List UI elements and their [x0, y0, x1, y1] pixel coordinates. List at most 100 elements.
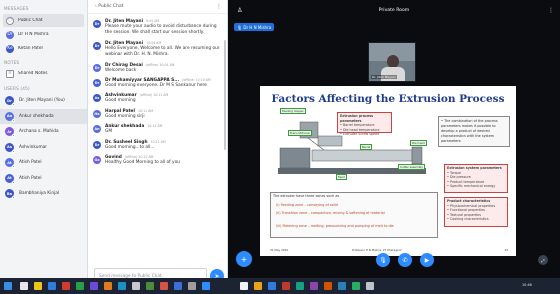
message-text: Hello Everyone, Welcome to all. We are r…: [105, 45, 220, 58]
system-parameters-box: Extrusion system parameters • Torque • D…: [444, 164, 508, 193]
chat-message: Go Govind (offline) 10:12 AM Healthy Good M…: [88, 153, 227, 168]
search-icon[interactable]: [20, 282, 28, 290]
chat-header: ‹ Public Chat ⋮: [88, 0, 227, 14]
app-icon[interactable]: [146, 282, 154, 290]
app-icon[interactable]: [188, 282, 196, 290]
microphone-button[interactable]: 🎙: [376, 253, 390, 267]
avatar-initials: As: [94, 96, 100, 101]
app-icon[interactable]: [268, 282, 276, 290]
actions-button[interactable]: +: [236, 251, 252, 267]
notes-icon: ≡: [6, 69, 14, 78]
avatar: Dr: [93, 41, 101, 50]
app-icon[interactable]: [76, 282, 84, 290]
room-title: Private Room: [378, 8, 410, 13]
slide-title: Factors Affecting the Extrusion Process: [271, 93, 505, 105]
user-list-item[interactable]: Ar Archana s. Mahida: [0, 124, 87, 140]
user-list-item[interactable]: Ba Bambhaniya Kinjal: [0, 186, 87, 202]
chat-message: Ha Harpal Patel 10:11 AM Good morning sirji: [88, 107, 227, 122]
avatar-initials: Ba: [6, 191, 13, 196]
folder-icon[interactable]: [34, 282, 42, 290]
chat-message: Dr Dr Muhamiyyar SANGAPPA S... (offline) 1…: [88, 76, 227, 91]
app-icon[interactable]: [254, 282, 262, 290]
avatar-initials: An: [94, 127, 100, 132]
webcam-label: Dr. Jiten Mayani: [371, 75, 397, 79]
app-icon[interactable]: [352, 282, 360, 290]
users-section-title: USERS (45): [4, 86, 30, 91]
message-body: Harpal Patel 10:11 AM Good morning sirji: [105, 109, 223, 120]
app-icon[interactable]: [62, 282, 70, 290]
avatar: Dr: [93, 63, 101, 72]
camera-icon: ▶: [424, 256, 430, 264]
avatar-initials: Dr: [94, 43, 100, 48]
avatar-initials: At: [7, 160, 12, 165]
user-list-item[interactable]: An Ankur shekhada: [0, 108, 87, 124]
user-list-item[interactable]: At Atish Patel: [0, 155, 87, 171]
app-icon[interactable]: [282, 282, 290, 290]
sidebar-item-private-chat[interactable]: Ke Ketan Patel: [3, 42, 84, 55]
message-time: 9:45 AM: [146, 19, 160, 23]
sidebar-item-private-chat[interactable]: Dr Dr H N Mishra: [3, 28, 84, 41]
process-combination-text: • The combination of the process paramet…: [438, 116, 510, 147]
fullscreen-icon: ⤢: [541, 257, 545, 263]
user-list: Dr Dr. Jiten Mayani (You) An Ankur shekhada…: [0, 93, 87, 202]
message-body: Dr Chirag Desai (offline) 10:04 AM Welcome…: [105, 63, 223, 74]
webcam-video[interactable]: Dr. Jiten Mayani: [368, 42, 416, 82]
scrollbar[interactable]: [224, 40, 226, 150]
avatar-initials: Dr: [94, 22, 100, 26]
status-indicator: [12, 134, 15, 138]
chat-message: As Ashvinkumar (offline) 10:11 AM Good morn…: [88, 91, 227, 106]
label-feed: Feed: [336, 174, 347, 180]
app-icon[interactable]: [104, 282, 112, 290]
message-time: 10:11 AM: [137, 108, 154, 113]
back-to-chat-button[interactable]: ‹ Public Chat: [95, 4, 124, 9]
app-icon[interactable]: [132, 282, 140, 290]
browser-icon[interactable]: [48, 282, 56, 290]
message-text: GM: [105, 129, 113, 135]
more-options-icon[interactable]: ⋮: [216, 3, 222, 10]
sidebar-item-label: Shared Notes: [18, 71, 48, 76]
app-icon[interactable]: [160, 282, 168, 290]
avatar-initials: Go: [94, 158, 100, 163]
avatar: Dr: [93, 20, 101, 28]
message-text: Healthy Good Morning to all of you: [105, 160, 180, 166]
app-icon[interactable]: [174, 282, 182, 290]
app-icon[interactable]: [366, 282, 374, 290]
avatar: Dr: [93, 140, 101, 149]
app-icon[interactable]: [202, 282, 210, 290]
app-icon[interactable]: [296, 282, 304, 290]
more-options-icon[interactable]: ⋮: [548, 7, 554, 14]
status-indicator: [12, 165, 15, 169]
message-time: 10:04 AM: [146, 40, 162, 45]
box-heading: Extrusion system parameters: [447, 166, 502, 170]
camera-button[interactable]: ▶: [420, 253, 434, 267]
clock[interactable]: 10:46: [522, 283, 532, 287]
app-icon[interactable]: [240, 282, 248, 290]
message-body: Dr Muhamiyyar SANGAPPA S... (offline) 10:…: [105, 78, 223, 89]
audio-button[interactable]: ✆: [398, 253, 412, 267]
sidebar-item-shared-notes[interactable]: ≡ Shared Notes: [3, 67, 84, 80]
slide-number: 42: [504, 248, 508, 252]
message-time: 10:11 AM: [150, 139, 166, 144]
avatar: Ke: [6, 44, 14, 53]
message-time: (offline) 10:11 AM: [139, 93, 169, 98]
die-head: [411, 146, 423, 165]
user-list-item[interactable]: As Ashvinkumar: [0, 140, 87, 156]
sidebar: MESSAGES ○ Public Chat Dr Dr H N Mishra …: [0, 0, 88, 294]
sidebar-item-public-chat[interactable]: ○ Public Chat: [3, 14, 84, 27]
user-name: Dr. Jiten Mayani (You): [19, 98, 65, 104]
app-icon[interactable]: [338, 282, 346, 290]
app-icon[interactable]: [118, 282, 126, 290]
user-name: Ashvinkumar: [19, 144, 48, 150]
phone-icon: ✆: [402, 256, 408, 264]
app-icon[interactable]: [310, 282, 318, 290]
user-name: Bambhaniya Kinjal: [19, 191, 60, 197]
fullscreen-button[interactable]: ⤢: [538, 255, 548, 265]
user-list-item[interactable]: Dr Dr. Jiten Mayani (You): [0, 93, 87, 109]
slide-date: 31 May 2020: [270, 248, 289, 252]
message-text: Good morning everyone..Dr M S Sankanur h…: [105, 83, 207, 89]
app-icon[interactable]: [90, 282, 98, 290]
user-list-item[interactable]: At Atish Patel: [0, 171, 87, 187]
app-icon[interactable]: [324, 282, 332, 290]
start-icon[interactable]: [4, 282, 12, 290]
avatar: As: [93, 94, 101, 103]
